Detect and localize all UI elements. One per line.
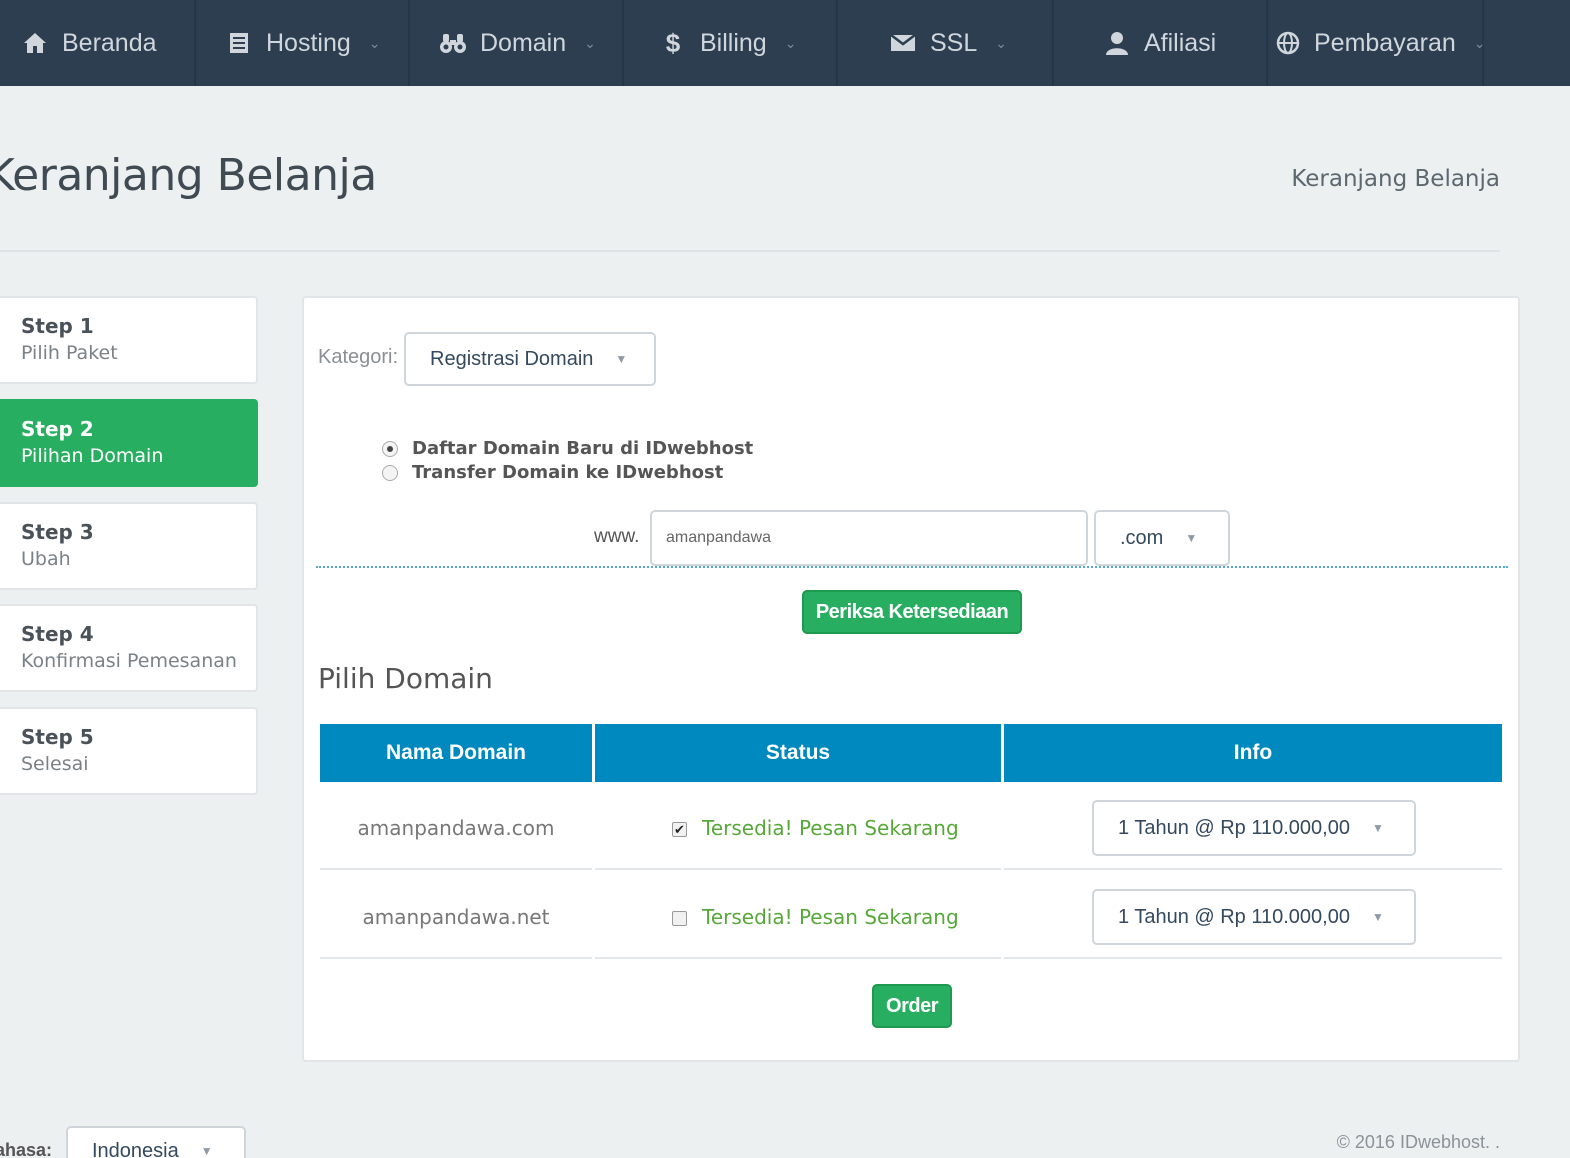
dollar-icon: $: [665, 27, 681, 58]
price-value: 1 Tahun @ Rp 110.000,00: [1118, 905, 1350, 928]
binoculars-icon: [440, 30, 466, 56]
language-select[interactable]: Indonesia ▼: [66, 1126, 246, 1158]
row-divider: [1004, 957, 1502, 959]
tld-value: .com: [1120, 526, 1164, 549]
nav-label: Pembayaran: [1314, 28, 1456, 57]
language-value: Indonesia: [92, 1139, 179, 1158]
availability-status[interactable]: Tersedia! Pesan Sekarang: [702, 905, 959, 929]
domain-name-cell: amanpandawa.net: [362, 905, 550, 929]
price-select[interactable]: 1 Tahun @ Rp 110.000,00 ▼: [1092, 800, 1416, 856]
home-icon: [22, 30, 48, 56]
step-2[interactable]: Step 2 Pilihan Domain: [0, 399, 258, 487]
select-domain-checkbox[interactable]: ✔: [672, 822, 687, 837]
radio-option-daftar[interactable]: Daftar Domain Baru di IDwebhost: [382, 438, 753, 459]
user-icon: [1104, 30, 1130, 56]
row-divider: [320, 957, 592, 959]
select-domain-checkbox[interactable]: [672, 911, 687, 926]
chevron-down-icon: ⌄: [1473, 34, 1486, 51]
row-divider: [1004, 868, 1502, 870]
document-icon: [226, 30, 252, 56]
kategori-select[interactable]: Registrasi Domain ▼: [404, 332, 656, 386]
page-title: Keranjang Belanja: [0, 150, 377, 201]
row-divider: [320, 868, 592, 870]
results-title: Pilih Domain: [318, 662, 493, 695]
availability-status[interactable]: Tersedia! Pesan Sekarang: [702, 816, 959, 840]
order-button[interactable]: Order: [872, 984, 952, 1028]
step-title: Step 2: [21, 417, 94, 441]
nav-label: Billing: [700, 28, 767, 57]
step-1[interactable]: Step 1 Pilih Paket: [0, 296, 258, 384]
chevron-down-icon: ⌄: [368, 34, 381, 51]
language-label: Bahasa:: [0, 1140, 53, 1158]
radio-option-transfer[interactable]: Transfer Domain ke IDwebhost: [382, 462, 723, 483]
breadcrumb[interactable]: Keranjang Belanja: [1291, 166, 1500, 192]
step-title: Step 5: [21, 725, 94, 749]
caret-down-icon: ▼: [1185, 531, 1198, 545]
nav-item-afiliasi[interactable]: Afiliasi: [1054, 0, 1268, 86]
copyright-text: © 2016 IDwebhost. .: [1336, 1132, 1500, 1152]
step-subtitle: Ubah: [21, 548, 71, 570]
check-availability-button[interactable]: Periksa Ketersediaan: [802, 590, 1022, 634]
step-4[interactable]: Step 4 Konfirmasi Pemesanan: [0, 604, 258, 692]
step-title: Step 3: [21, 520, 94, 544]
column-header-domain: Nama Domain: [320, 724, 592, 782]
column-header-status: Status: [595, 724, 1001, 782]
nav-item-domain[interactable]: Domain ⌄: [410, 0, 624, 86]
nav-item-pembayaran[interactable]: Pembayaran ⌄: [1268, 0, 1486, 86]
step-5[interactable]: Step 5 Selesai: [0, 707, 258, 795]
radio-label: Transfer Domain ke IDwebhost: [412, 462, 724, 483]
domain-name-cell: amanpandawa.com: [357, 816, 555, 840]
caret-down-icon: ▼: [1371, 821, 1384, 835]
step-3[interactable]: Step 3 Ubah: [0, 502, 258, 590]
step-subtitle: Pilihan Domain: [21, 445, 164, 467]
domain-input[interactable]: [650, 510, 1088, 566]
domain-panel: Kategori: Registrasi Domain ▼ Daftar Dom…: [302, 296, 1520, 1062]
nav-label: Beranda: [62, 28, 157, 57]
nav-item-billing[interactable]: $ Billing ⌄: [624, 0, 838, 86]
top-navbar: Beranda Hosting ⌄ Domain ⌄ $ Billing ⌄ S…: [0, 0, 1570, 86]
caret-down-icon: ▼: [1371, 910, 1384, 924]
header-divider: [0, 250, 1500, 252]
dotted-divider: [316, 566, 1508, 568]
kategori-value: Registrasi Domain: [430, 347, 594, 370]
row-divider: [595, 957, 1001, 959]
nav-label: Afiliasi: [1144, 28, 1217, 57]
radio-transfer[interactable]: [382, 464, 398, 481]
nav-item-ssl[interactable]: SSL ⌄: [838, 0, 1054, 86]
caret-down-icon: ▼: [200, 1144, 213, 1158]
step-subtitle: Selesai: [21, 753, 89, 775]
kategori-label: Kategori:: [318, 346, 399, 368]
nav-label: Hosting: [266, 28, 351, 57]
chevron-down-icon: ⌄: [584, 34, 596, 51]
price-select[interactable]: 1 Tahun @ Rp 110.000,00 ▼: [1092, 889, 1416, 945]
step-title: Step 4: [21, 622, 94, 646]
step-subtitle: Konfirmasi Pemesanan: [21, 650, 237, 672]
tld-select[interactable]: .com ▼: [1094, 510, 1230, 566]
radio-label: Daftar Domain Baru di IDwebhost: [412, 438, 754, 459]
nav-item-beranda[interactable]: Beranda: [0, 0, 196, 86]
price-value: 1 Tahun @ Rp 110.000,00: [1118, 816, 1350, 839]
caret-down-icon: ▼: [615, 352, 628, 366]
step-title: Step 1: [21, 314, 94, 338]
radio-daftar[interactable]: [382, 440, 398, 457]
row-divider: [595, 868, 1001, 870]
www-label: www.: [594, 526, 640, 547]
nav-item-hosting[interactable]: Hosting ⌄: [196, 0, 410, 86]
envelope-icon: [890, 30, 916, 56]
nav-label: Domain: [480, 28, 567, 57]
chevron-down-icon: ⌄: [784, 34, 797, 51]
nav-label: SSL: [930, 28, 978, 57]
chevron-down-icon: ⌄: [995, 34, 1007, 51]
step-subtitle: Pilih Paket: [21, 342, 118, 364]
column-header-info: Info: [1004, 724, 1502, 782]
globe-icon: [1276, 30, 1300, 56]
